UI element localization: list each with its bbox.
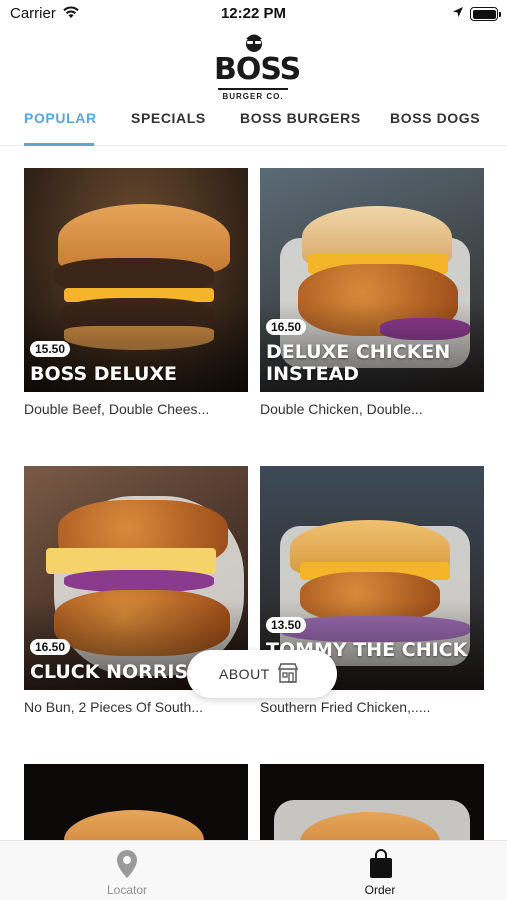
- menu-item-image: 15.50 BOSS DELUXE: [24, 168, 248, 392]
- about-button[interactable]: ABOUT: [187, 650, 337, 698]
- nav-locator[interactable]: Locator: [67, 841, 187, 900]
- menu-item-title-line1: DELUXE CHICKEN: [266, 341, 451, 363]
- price-badge: 16.50: [266, 319, 307, 335]
- tab-boss-burgers[interactable]: BOSS BURGERS: [240, 110, 361, 126]
- menu-card-partial[interactable]: [260, 764, 484, 840]
- price-badge: 15.50: [30, 341, 71, 357]
- menu-item-title: CLUCK NORRIS: [30, 661, 189, 683]
- status-bar: Carrier 12:22 PM: [0, 0, 507, 28]
- tab-popular[interactable]: POPULAR: [24, 110, 97, 126]
- menu-card-boss-deluxe[interactable]: 15.50 BOSS DELUXE Double Beef, Double Ch…: [24, 168, 248, 417]
- menu-item-description: Double Chicken, Double...: [260, 401, 423, 417]
- menu-item-description: Southern Fried Chicken,.....: [260, 699, 431, 715]
- menu-item-title-line2: INSTEAD: [266, 363, 360, 385]
- brand-subtitle: BURGER CO.: [218, 88, 288, 101]
- nav-locator-label: Locator: [106, 883, 148, 897]
- menu-item-image: [24, 764, 248, 840]
- brand-name: BOSS: [214, 52, 301, 87]
- category-tabs: POPULAR SPECIALS BOSS BURGERS BOSS DOGS: [0, 106, 507, 146]
- location-arrow-icon: [453, 7, 463, 17]
- price-badge: 16.50: [30, 639, 71, 655]
- map-pin-icon: [117, 850, 137, 878]
- battery-icon: [470, 7, 501, 21]
- active-tab-indicator: [24, 143, 94, 146]
- menu-item-title: BOSS DELUXE: [30, 363, 177, 385]
- storefront-icon: [277, 663, 299, 683]
- menu-item-image: [260, 764, 484, 840]
- tab-boss-dogs[interactable]: BOSS DOGS: [390, 110, 480, 126]
- menu-card-partial[interactable]: [24, 764, 248, 840]
- shopping-bag-icon: [370, 849, 392, 878]
- clock: 12:22 PM: [220, 5, 287, 22]
- menu-item-description: Double Beef, Double Chees...: [24, 401, 210, 417]
- brand-logo: BOSS BURGER CO.: [214, 30, 301, 106]
- menu-item-description: No Bun, 2 Pieces Of South...: [24, 699, 203, 715]
- tab-specials[interactable]: SPECIALS: [131, 110, 206, 126]
- price-badge: 13.50: [266, 617, 307, 633]
- nav-order-label: Order: [364, 883, 396, 897]
- menu-card-deluxe-chicken-instead[interactable]: 16.50 DELUXE CHICKEN INSTEAD Double Chic…: [260, 168, 484, 417]
- boss-face-icon: [246, 34, 262, 52]
- bottom-navigation: Locator Order: [0, 840, 507, 900]
- menu-item-image: 16.50 DELUXE CHICKEN INSTEAD: [260, 168, 484, 392]
- nav-order[interactable]: Order: [320, 841, 440, 900]
- about-label: ABOUT: [219, 666, 270, 682]
